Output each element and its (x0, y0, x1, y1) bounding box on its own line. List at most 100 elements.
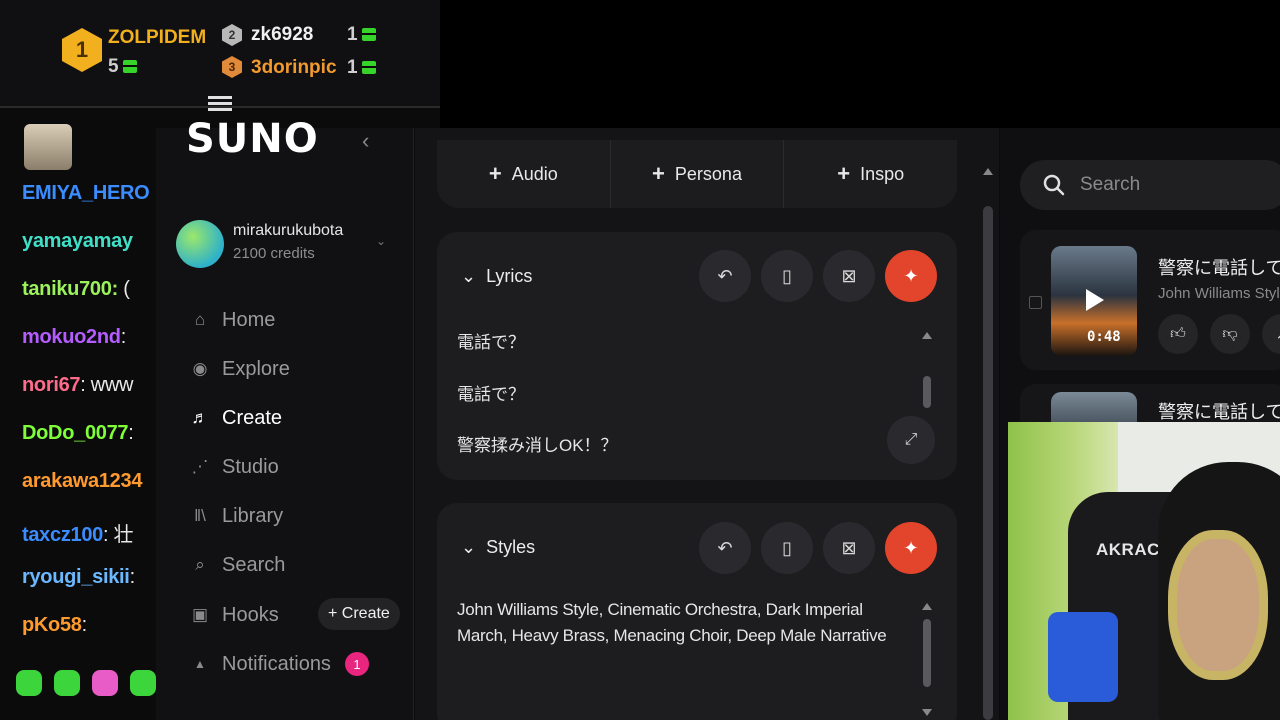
leader-3-name: 3dorinpic (251, 57, 337, 78)
nav-library[interactable]: ǁ\ Library (190, 501, 283, 531)
leader-3-count-value: 1 (347, 57, 358, 78)
gift-icon (361, 61, 376, 75)
menu-icon[interactable] (208, 96, 232, 114)
lyric-line[interactable]: 電話で？ (457, 380, 525, 405)
song-title[interactable]: 警察に電話して今 (1158, 254, 1280, 280)
emote-icon (54, 670, 80, 696)
thumbs-down-icon: 👎︎ (1222, 325, 1238, 342)
song-checkbox[interactable] (1029, 296, 1042, 309)
lyrics-toggle[interactable]: ⌄ Lyrics (461, 266, 532, 287)
styles-input[interactable]: John Williams Style, Cinematic Orchestra… (457, 597, 917, 649)
collapse-sidebar-icon[interactable]: ‹ (362, 128, 369, 154)
search-input[interactable]: Search (1020, 160, 1280, 210)
search-icon: ⌕ (195, 555, 205, 574)
magic-generate-button[interactable]: ✦ (885, 522, 937, 574)
account-username[interactable]: mirakurukubota (233, 222, 343, 240)
add-persona-button[interactable]: + Persona (609, 140, 784, 208)
expand-icon: ⤢ (904, 431, 918, 448)
chat-line: DoDo_0077: (22, 422, 134, 445)
emote-icon (92, 670, 118, 696)
magic-generate-button[interactable]: ✦ (885, 250, 937, 302)
chevron-down-icon[interactable]: ⌄ (376, 234, 386, 248)
nav-hooks[interactable]: ▣ Hooks (190, 600, 279, 630)
webcam-feed: AKRACI (1008, 422, 1280, 720)
chevron-down-icon: ⌄ (461, 266, 477, 286)
song-duration: 0:48 (1087, 329, 1121, 345)
styles-scrollbar[interactable] (923, 619, 931, 687)
scroll-up-arrow[interactable] (922, 603, 932, 610)
nav-home[interactable]: ⌂ Home (190, 305, 276, 335)
clear-button[interactable]: ⊠ (823, 250, 875, 302)
styles-title: Styles (486, 537, 536, 557)
rank-3-badge: 3 (222, 56, 242, 78)
leader-1-name: ZOLPIDEM (108, 27, 207, 48)
studio-icon: ⋰ (191, 457, 209, 476)
chat-panel: EMIYA_HERO yamayamay taniku700: ( mokuo2… (0, 110, 156, 720)
chat-line: nori67: www (22, 374, 133, 397)
share-icon: ↗ (1276, 325, 1280, 343)
chevron-down-icon: ⌄ (461, 537, 477, 557)
nav-notifications[interactable]: ▲ Notifications (190, 649, 331, 679)
bookmark-icon: ▯ (782, 537, 792, 558)
chat-line: yamayamay (22, 230, 133, 253)
lyric-line[interactable]: 電話で？ (457, 328, 525, 353)
like-button[interactable]: 👍︎ (1158, 314, 1198, 354)
rank-1-badge: 1 (62, 28, 102, 72)
bell-icon: ▲ (194, 657, 206, 671)
nav-studio[interactable]: ⋰ Studio (190, 452, 279, 482)
scroll-down-arrow[interactable] (922, 709, 932, 716)
panel-scroll-up-arrow[interactable] (983, 168, 993, 175)
song-title[interactable]: 警察に電話して今 (1158, 398, 1280, 424)
leader-1-count: 5 (108, 56, 137, 78)
nav-create[interactable]: ♬ Create (190, 403, 283, 433)
chair-armrest (1048, 612, 1118, 702)
emote-row (16, 670, 156, 696)
undo-button[interactable]: ↶ (699, 522, 751, 574)
lyrics-title: Lyrics (486, 266, 533, 286)
bookmark-button[interactable]: ▯ (761, 522, 813, 574)
chat-line: pKo58: (22, 614, 87, 637)
chat-message: : (120, 326, 127, 348)
chat-line: mokuo2nd: (22, 326, 126, 349)
nav-label: Explore (222, 357, 290, 380)
avatar[interactable] (176, 220, 224, 268)
chat-user: DoDo_0077 (22, 422, 129, 444)
nav-explore[interactable]: ◉ Explore (190, 354, 290, 384)
add-inspo-label: Inspo (860, 163, 905, 184)
suno-logo[interactable]: SUNO (186, 116, 319, 162)
undo-icon: ↶ (717, 537, 733, 558)
nav-label: Search (222, 553, 286, 576)
add-inspo-button[interactable]: + Inspo (783, 140, 957, 208)
chat-line: ryougi_sikii: (22, 566, 135, 589)
styles-card: ⌄ Styles ↶ ▯ ⊠ ✦ John Williams Style, Cin… (437, 503, 957, 720)
bookmark-button[interactable]: ▯ (761, 250, 813, 302)
lyrics-card: ⌄ Lyrics ↶ ▯ ⊠ ✦ 電話で？ 電話で？ 警察揉み消しOK！？ ⤢ (437, 232, 957, 480)
emote-icon (16, 670, 42, 696)
add-audio-button[interactable]: + Audio (437, 140, 610, 208)
chat-line: taxcz100: 壮 (22, 518, 134, 547)
nav-search[interactable]: ⌕ Search (190, 550, 285, 580)
lyric-line[interactable]: 警察揉み消しOK！？ (457, 431, 618, 456)
expand-button[interactable]: ⤢ (887, 416, 935, 464)
leader-3-count: 1 (347, 57, 376, 79)
play-icon[interactable] (1086, 289, 1104, 311)
undo-button[interactable]: ↶ (699, 250, 751, 302)
clear-button[interactable]: ⊠ (823, 522, 875, 574)
styles-toggle[interactable]: ⌄ Styles (461, 537, 535, 558)
music-note-icon: ♬ (191, 408, 209, 427)
hooks-create-button[interactable]: + Create (318, 598, 400, 630)
chat-message: : www (80, 374, 134, 396)
nav-label: Home (222, 308, 276, 331)
bookmark-icon: ▯ (782, 265, 792, 286)
add-options-bar: + Audio + Persona + Inspo (437, 140, 957, 208)
lyrics-scrollbar[interactable] (923, 376, 931, 408)
panel-scrollbar[interactable] (983, 206, 993, 720)
stream-screen: 1 ZOLPIDEM 5 2 zk6928 1 3 3dorinpic 1 EM… (0, 0, 1280, 720)
dislike-button[interactable]: 👎︎ (1210, 314, 1250, 354)
account-credits: 2100 credits (233, 245, 315, 262)
nav-label: Library (222, 504, 284, 527)
gift-icon (361, 28, 376, 42)
rank-2-badge: 2 (222, 24, 242, 46)
scroll-up-arrow[interactable] (922, 332, 932, 339)
search-icon (1043, 174, 1065, 196)
